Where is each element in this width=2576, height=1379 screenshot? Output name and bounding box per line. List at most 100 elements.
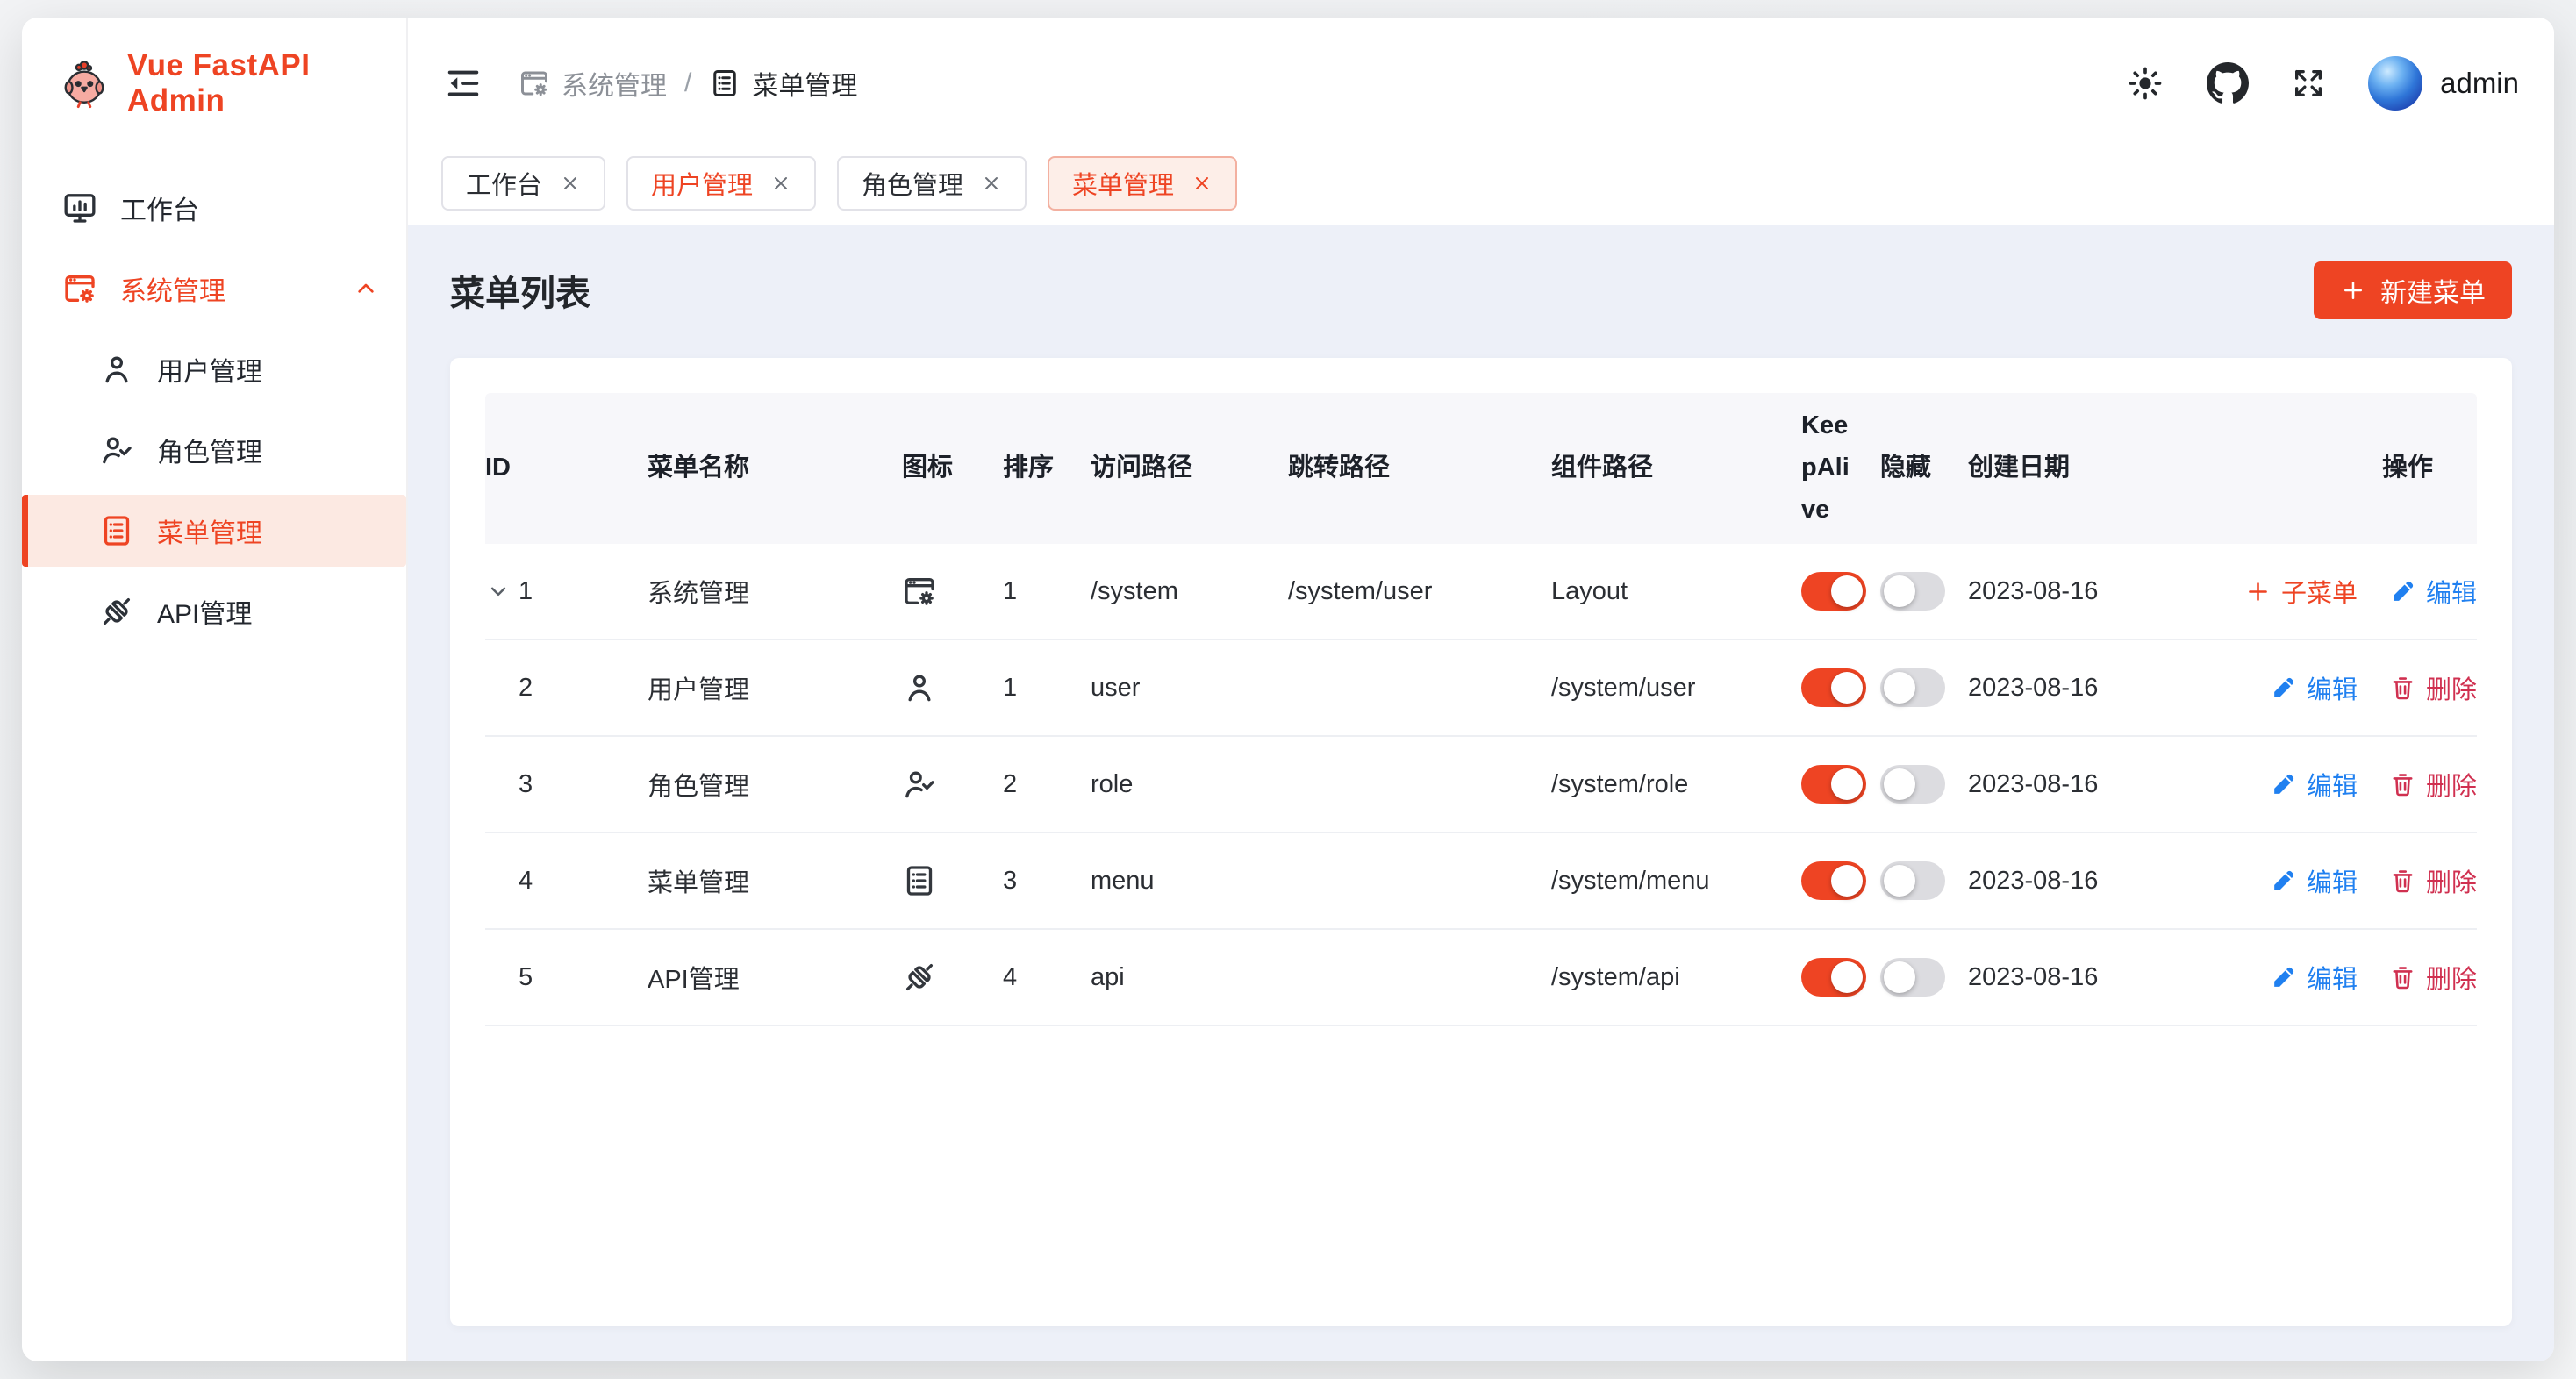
table-row: 3 角色管理 2 role /system/role 2023-08-16 编辑… — [485, 737, 2477, 833]
person-icon — [902, 670, 937, 705]
row-actions: 编辑删除 — [2218, 766, 2477, 803]
table-body: 1 系统管理 1 /system /system/user Layout 202… — [485, 544, 2477, 1026]
trash-icon — [2389, 771, 2416, 798]
create-menu-button[interactable]: 新建菜单 — [2314, 261, 2512, 319]
close-icon[interactable] — [1191, 173, 1213, 194]
edit-action[interactable]: 编辑 — [2389, 573, 2477, 610]
menu-name: 系统管理 — [648, 573, 902, 610]
hidden-toggle[interactable] — [1880, 861, 1945, 900]
row-actions: 子菜单编辑 — [2218, 573, 2477, 610]
person-check-icon — [99, 432, 134, 468]
sidebar-submenu-system: 用户管理 角色管理 菜单管理 API管理 — [22, 333, 406, 647]
person-icon — [99, 352, 134, 387]
created-date: 2023-08-16 — [1968, 577, 2218, 606]
avatar — [2368, 56, 2422, 111]
keepalive-toggle[interactable] — [1801, 958, 1866, 997]
menu-component: /system/role — [1551, 770, 1801, 799]
action-label: 删除 — [2426, 669, 2477, 706]
sidebar-item-users[interactable]: 用户管理 — [22, 333, 406, 405]
tab-users[interactable]: 用户管理 — [626, 156, 816, 211]
hidden-toggle[interactable] — [1880, 572, 1945, 611]
menu-path: api — [1091, 963, 1288, 992]
sidebar-item-label: 角色管理 — [157, 431, 262, 469]
chevron-up-icon[interactable] — [352, 275, 380, 303]
action-label: 编辑 — [2307, 959, 2358, 996]
menu-component: Layout — [1551, 577, 1801, 606]
submenu-action[interactable]: 子菜单 — [2244, 573, 2358, 610]
hidden-toggle[interactable] — [1880, 765, 1945, 804]
action-label: 子菜单 — [2281, 573, 2358, 610]
keepalive-toggle[interactable] — [1801, 765, 1866, 804]
close-icon[interactable] — [981, 173, 1002, 194]
sidebar-item-label: 菜单管理 — [157, 511, 262, 550]
sun-icon[interactable] — [2126, 64, 2165, 103]
menu-component: /system/menu — [1551, 867, 1801, 896]
tab-workbench[interactable]: 工作台 — [441, 156, 605, 211]
username: admin — [2440, 67, 2519, 100]
tab-menus[interactable]: 菜单管理 — [1048, 156, 1237, 211]
sidebar-item-roles[interactable]: 角色管理 — [22, 414, 406, 486]
menu-list-icon — [902, 863, 937, 898]
delete-action[interactable]: 删除 — [2389, 766, 2477, 803]
delete-action[interactable]: 删除 — [2389, 669, 2477, 706]
window-gear-icon — [62, 271, 97, 306]
github-icon[interactable] — [2207, 62, 2249, 104]
sidebar-item-workbench[interactable]: 工作台 — [22, 172, 406, 244]
breadcrumb-separator: / — [684, 68, 691, 98]
delete-action[interactable]: 删除 — [2389, 862, 2477, 899]
sidebar-item-apis[interactable]: API管理 — [22, 575, 406, 647]
menu-path: user — [1091, 674, 1288, 703]
pencil-icon — [2270, 868, 2297, 895]
breadcrumb-item-menus[interactable]: 菜单管理 — [709, 64, 857, 103]
col-path: 访问路径 — [1091, 447, 1288, 489]
fullscreen-icon[interactable] — [2291, 66, 2326, 101]
edit-action[interactable]: 编辑 — [2270, 862, 2358, 899]
menu-order: 4 — [1003, 963, 1091, 992]
menu-path: menu — [1091, 867, 1288, 896]
edit-action[interactable]: 编辑 — [2270, 959, 2358, 996]
menu-name: 用户管理 — [648, 669, 902, 706]
pencil-icon — [2389, 578, 2416, 605]
sidebar-menu: 工作台 系统管理 用户管理 角色管理 菜单管理 — [22, 149, 406, 670]
sidebar-item-menus[interactable]: 菜单管理 — [22, 495, 406, 567]
edit-action[interactable]: 编辑 — [2270, 669, 2358, 706]
user-menu[interactable]: admin — [2368, 56, 2519, 111]
tab-roles[interactable]: 角色管理 — [837, 156, 1027, 211]
window-gear-icon — [902, 574, 937, 609]
menu-name: 菜单管理 — [648, 862, 902, 899]
row-id: 5 — [519, 963, 533, 992]
menu-component: /system/api — [1551, 963, 1801, 992]
menu-name: 角色管理 — [648, 766, 902, 803]
sidebar-item-system[interactable]: 系统管理 — [22, 253, 406, 325]
keepalive-toggle[interactable] — [1801, 572, 1866, 611]
plug-icon — [99, 594, 134, 629]
menu-path: /system — [1091, 577, 1288, 606]
keepalive-toggle[interactable] — [1801, 668, 1866, 707]
col-icon: 图标 — [902, 447, 1003, 489]
breadcrumb-item-system[interactable]: 系统管理 — [519, 64, 667, 103]
table-row: 2 用户管理 1 user /system/user 2023-08-16 编辑… — [485, 640, 2477, 737]
row-id: 3 — [519, 770, 533, 799]
menu-order: 3 — [1003, 867, 1091, 896]
edit-action[interactable]: 编辑 — [2270, 766, 2358, 803]
close-icon[interactable] — [770, 173, 791, 194]
content-area: 菜单列表 新建菜单 ID 菜单名称 图标 排序 访问路径 跳转路径 组件路径 K… — [408, 225, 2554, 1361]
monitor-icon — [62, 190, 97, 225]
col-redirect: 跳转路径 — [1288, 447, 1551, 489]
row-id: 2 — [519, 674, 533, 703]
expand-row-icon[interactable] — [485, 578, 519, 604]
col-hidden: 隐藏 — [1880, 447, 1968, 489]
close-icon[interactable] — [560, 173, 581, 194]
hidden-toggle[interactable] — [1880, 958, 1945, 997]
action-label: 编辑 — [2307, 669, 2358, 706]
delete-action[interactable]: 删除 — [2389, 959, 2477, 996]
breadcrumb: 系统管理 / 菜单管理 — [519, 64, 857, 103]
collapse-sidebar-icon[interactable] — [443, 63, 483, 104]
trash-icon — [2389, 964, 2416, 991]
hidden-toggle[interactable] — [1880, 668, 1945, 707]
plug-icon — [902, 960, 937, 995]
keepalive-toggle[interactable] — [1801, 861, 1866, 900]
pencil-icon — [2270, 675, 2297, 702]
action-label: 编辑 — [2307, 862, 2358, 899]
row-actions: 编辑删除 — [2218, 862, 2477, 899]
